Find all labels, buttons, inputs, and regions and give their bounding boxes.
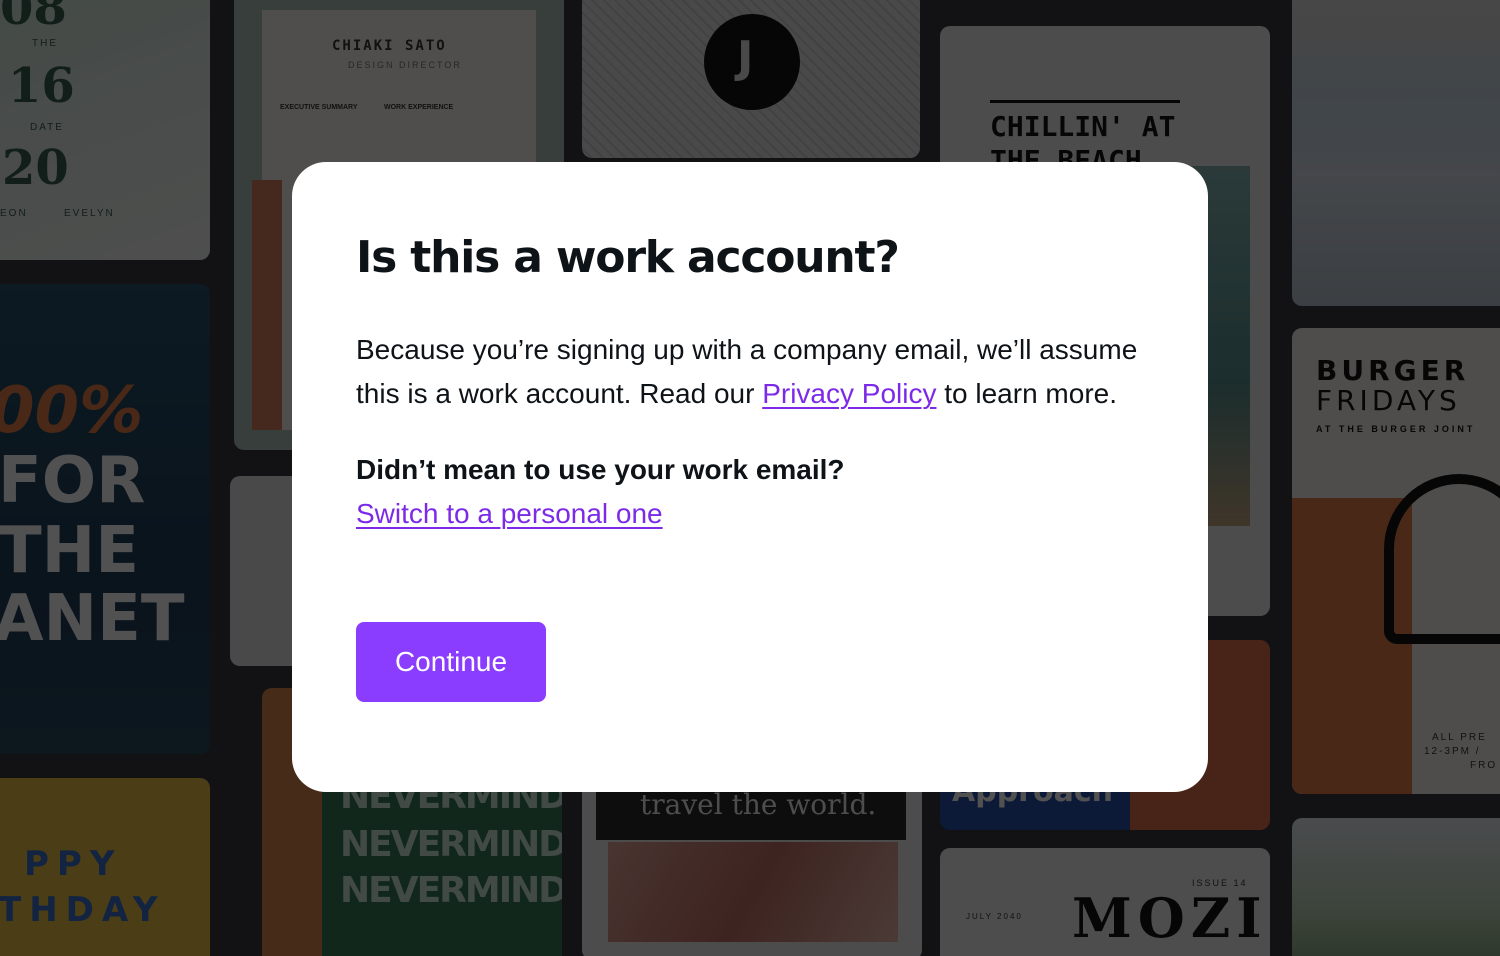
continue-button[interactable]: Continue — [356, 622, 546, 702]
work-account-dialog: Is this a work account? Because you’re s… — [292, 162, 1208, 792]
privacy-policy-link[interactable]: Privacy Policy — [762, 378, 936, 409]
switch-to-personal-link[interactable]: Switch to a personal one — [356, 492, 663, 536]
dialog-body-text-end: to learn more. — [936, 378, 1117, 409]
dialog-body: Because you’re signing up with a company… — [356, 328, 1146, 416]
dialog-title: Is this a work account? — [356, 232, 900, 283]
work-email-question: Didn’t mean to use your work email? — [356, 454, 845, 485]
